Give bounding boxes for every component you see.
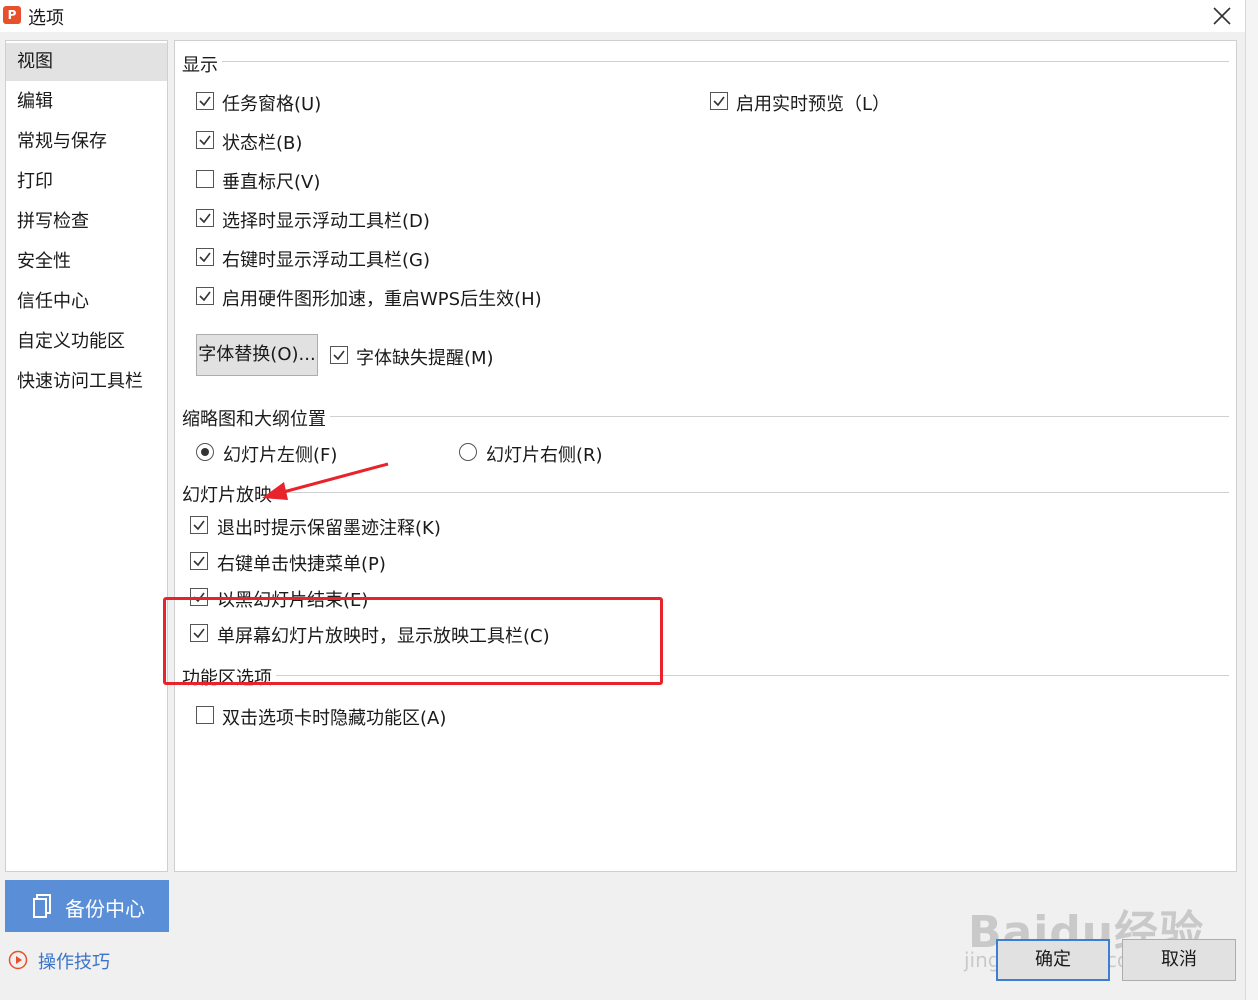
close-button[interactable] [1208, 2, 1236, 30]
section-divider [182, 416, 1229, 417]
checkbox-font-missing[interactable] [330, 346, 348, 364]
backup-icon [33, 894, 51, 918]
check-icon [713, 96, 725, 107]
label-float-toolbar-select: 选择时显示浮动工具栏(D) [222, 211, 430, 232]
sidebar-item-quick-access-toolbar[interactable]: 快速访问工具栏 [6, 363, 167, 401]
window-title: 选项 [28, 8, 64, 29]
check-icon [199, 213, 211, 224]
checkbox-hide-ribbon[interactable] [196, 706, 214, 724]
play-circle-icon [8, 950, 28, 970]
checkbox-float-toolbar-rightclick[interactable] [196, 248, 214, 266]
label-status-bar: 状态栏(B) [222, 133, 303, 154]
checkbox-vertical-ruler[interactable] [196, 170, 214, 188]
check-icon [193, 520, 205, 531]
check-icon [193, 556, 205, 567]
label-ink-annotation: 退出时提示保留墨迹注释(K) [217, 518, 441, 539]
background-window-edge [1245, 0, 1258, 1000]
sidebar-item-security[interactable]: 安全性 [6, 243, 167, 281]
label-vertical-ruler: 垂直标尺(V) [222, 172, 321, 193]
check-icon [199, 135, 211, 146]
checkbox-hardware-acceleration[interactable] [196, 287, 214, 305]
section-divider [182, 61, 1229, 62]
checkbox-task-pane[interactable] [196, 92, 214, 110]
font-replace-button[interactable]: 字体替换(O)... [196, 334, 318, 376]
sidebar-item-general-save[interactable]: 常规与保存 [6, 123, 167, 161]
label-font-missing: 字体缺失提醒(M) [356, 348, 494, 369]
annotation-highlight-box [163, 597, 663, 685]
backup-center-button[interactable]: 备份中心 [5, 880, 169, 932]
check-icon [199, 291, 211, 302]
tips-label: 操作技巧 [38, 952, 110, 973]
checkbox-float-toolbar-select[interactable] [196, 209, 214, 227]
ok-button[interactable]: 确定 [996, 939, 1110, 981]
sidebar-item-edit[interactable]: 编辑 [6, 83, 167, 121]
section-title-display: 显示 [182, 51, 222, 77]
radio-slide-right[interactable] [459, 443, 477, 461]
close-icon [1213, 7, 1231, 25]
label-hide-ribbon: 双击选项卡时隐藏功能区(A) [222, 708, 447, 729]
label-right-click-menu: 右键单击快捷菜单(P) [217, 554, 386, 575]
sidebar-item-view[interactable]: 视图 [6, 43, 167, 81]
sidebar-item-trust-center[interactable]: 信任中心 [6, 283, 167, 321]
radio-slide-left[interactable] [196, 443, 214, 461]
title-bar: P 选项 [0, 0, 1245, 32]
annotation-arrow-icon [262, 462, 389, 500]
backup-center-label: 备份中心 [65, 897, 145, 921]
checkbox-live-preview[interactable] [710, 92, 728, 110]
label-task-pane: 任务窗格(U) [222, 94, 322, 115]
checkbox-ink-annotation[interactable] [190, 516, 208, 534]
label-float-toolbar-rightclick: 右键时显示浮动工具栏(G) [222, 250, 430, 271]
sidebar-item-spell-check[interactable]: 拼写检查 [6, 203, 167, 241]
sidebar: 视图 编辑 常规与保存 打印 拼写检查 安全性 信任中心 自定义功能区 快速访问… [5, 40, 168, 872]
check-icon [333, 350, 345, 361]
checkbox-right-click-menu[interactable] [190, 552, 208, 570]
label-hardware-acceleration: 启用硬件图形加速，重启WPS后生效(H) [222, 289, 542, 310]
sidebar-item-customize-ribbon[interactable]: 自定义功能区 [6, 323, 167, 361]
section-title-thumbnail: 缩略图和大纲位置 [182, 405, 330, 431]
sidebar-item-print[interactable]: 打印 [6, 163, 167, 201]
label-slide-right: 幻灯片右侧(R) [486, 445, 603, 466]
check-icon [199, 96, 211, 107]
check-icon [199, 252, 211, 263]
wps-presentation-icon: P [3, 6, 21, 24]
label-live-preview: 启用实时预览（L） [736, 94, 891, 115]
cancel-button[interactable]: 取消 [1122, 939, 1236, 981]
checkbox-status-bar[interactable] [196, 131, 214, 149]
